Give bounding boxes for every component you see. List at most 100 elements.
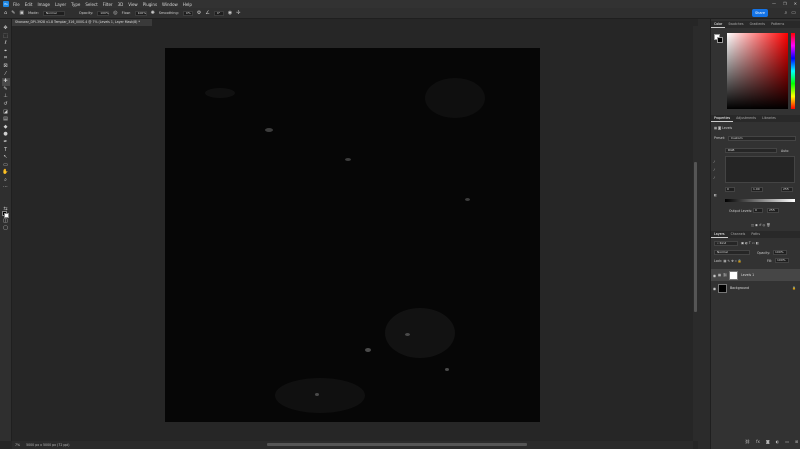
visibility-eye-icon[interactable]: ◉ (711, 273, 718, 278)
layer-opacity-field[interactable]: 100% (773, 250, 787, 255)
add-mask-icon[interactable]: ◙ (766, 439, 770, 444)
tab-libraries[interactable]: Libraries (759, 115, 779, 122)
background-color-swatch[interactable] (4, 213, 9, 218)
lasso-tool-icon[interactable]: ℓ (2, 40, 10, 48)
more-tools-icon[interactable]: ⋯ (2, 184, 10, 192)
hand-tool-icon[interactable]: ✋ (2, 169, 10, 177)
blend-mode-select[interactable]: Normal (714, 250, 750, 255)
menu-file[interactable]: File (13, 2, 20, 7)
menu-type[interactable]: Type (71, 2, 80, 7)
vertical-scroll-thumb[interactable] (694, 162, 697, 312)
brush-tool-icon[interactable]: ✎ (2, 86, 10, 94)
gray-point-eyedropper-icon[interactable]: ⁄ (714, 166, 715, 174)
healing-brush-tool-icon[interactable]: ✚ (1, 78, 10, 86)
output-white-field[interactable]: 255 (767, 208, 779, 213)
delete-adjustment-icon[interactable]: 🗑 (766, 223, 770, 227)
canvas-area[interactable] (12, 26, 693, 441)
gradient-tool-icon[interactable]: ▤ (2, 116, 10, 124)
brush-preset-icon[interactable]: ✎ (11, 10, 15, 16)
new-adjustment-icon[interactable]: ◐ (776, 439, 780, 444)
layer-filter-kind[interactable]: ⌕ Kind (714, 241, 738, 246)
crop-tool-icon[interactable]: ⌗ (2, 55, 10, 63)
layer-row[interactable]: ◉ Background 🔒 (711, 282, 800, 294)
home-icon[interactable]: ⌂ (4, 10, 7, 16)
maximize-icon[interactable]: ❐ (783, 1, 787, 6)
quick-mask-icon[interactable]: ◫ (2, 218, 10, 226)
brush-settings-icon[interactable]: ▣ (19, 10, 24, 16)
horizontal-scroll-thumb[interactable] (267, 443, 527, 446)
eyedropper-tool-icon[interactable]: ⁄ (2, 71, 10, 79)
pen-tool-icon[interactable]: ✒ (2, 139, 10, 147)
channel-select[interactable]: RGB (725, 148, 777, 153)
type-tool-icon[interactable]: T (2, 147, 10, 155)
input-white-field[interactable]: 255 (781, 187, 793, 192)
hue-slider[interactable] (791, 33, 795, 109)
menu-filter[interactable]: Filter (103, 2, 113, 7)
preset-select[interactable]: Custom (728, 136, 796, 141)
menu-select[interactable]: Select (85, 2, 97, 7)
share-button[interactable]: Share (752, 9, 768, 17)
minimize-icon[interactable]: — (772, 1, 776, 6)
marquee-tool-icon[interactable]: ⬚ (2, 33, 10, 41)
layer-name[interactable]: Levels 1 (741, 273, 754, 277)
layer-name[interactable]: Background (730, 286, 749, 290)
menu-3d[interactable]: 3D (118, 2, 124, 7)
levels-histogram[interactable] (725, 156, 795, 183)
symmetry-icon[interactable]: ✢ (236, 10, 240, 16)
tab-properties[interactable]: Properties (711, 115, 734, 122)
menu-view[interactable]: View (128, 2, 138, 7)
tab-channels[interactable]: Channels (728, 231, 749, 238)
tab-paths[interactable]: Paths (748, 231, 763, 238)
menu-layer[interactable]: Layer (55, 2, 66, 7)
history-brush-tool-icon[interactable]: ↺ (2, 101, 10, 109)
smoothing-field[interactable]: 0% (182, 10, 193, 16)
object-select-tool-icon[interactable]: ⌖ (2, 48, 10, 56)
airbrush-icon[interactable]: ✺ (151, 10, 155, 16)
flow-field[interactable]: 100% (134, 10, 147, 16)
black-point-eyedropper-icon[interactable]: ⁄ (714, 158, 715, 166)
tab-swatches[interactable]: Swatches (725, 21, 746, 28)
tab-adjustments[interactable]: Adjustments (733, 115, 759, 122)
zoom-level[interactable]: 7% (15, 442, 20, 449)
move-tool-icon[interactable]: ✥ (2, 25, 10, 33)
new-group-icon[interactable]: ▭ (785, 439, 789, 444)
close-icon[interactable]: ✕ (794, 1, 797, 6)
search-icon[interactable]: ⌕ (784, 10, 787, 16)
blur-tool-icon[interactable]: ◆ (2, 124, 10, 132)
lock-icons[interactable]: ▦ ✎ ✥ ⌗ 🔒 (723, 259, 741, 263)
document-tab[interactable]: Shanwar_DPI-3928 v1.8 Tempiar_316_000S-4… (12, 19, 152, 26)
menu-window[interactable]: Window (162, 2, 178, 7)
pressure-size-icon[interactable]: ◉ (228, 10, 232, 16)
tab-color[interactable]: Color (711, 21, 726, 28)
layer-thumbnail[interactable] (718, 283, 727, 293)
layer-style-icon[interactable]: fx (756, 439, 760, 444)
pressure-opacity-icon[interactable]: ◎ (113, 10, 117, 16)
photoshop-logo[interactable]: Ps (3, 1, 9, 7)
input-black-field[interactable]: 0 (725, 187, 735, 192)
frame-tool-icon[interactable]: ⊠ (2, 63, 10, 71)
auto-button[interactable]: Auto (781, 149, 788, 153)
layer-mask-thumbnail[interactable] (729, 270, 739, 280)
new-layer-icon[interactable]: ⊞ (795, 439, 798, 444)
opacity-field[interactable]: 100% (97, 10, 110, 16)
document-canvas[interactable] (165, 48, 540, 422)
input-gamma-field[interactable]: 1.00 (751, 187, 763, 192)
document-dimensions[interactable]: 5000 px x 5000 px (72 ppi) (26, 442, 69, 449)
menu-image[interactable]: Image (37, 2, 50, 7)
menu-edit[interactable]: Edit (25, 2, 33, 7)
layer-row[interactable]: ◉ ▦ ⛓ Levels 1 (711, 269, 800, 281)
tab-layers[interactable]: Layers (711, 231, 728, 238)
white-point-eyedropper-icon[interactable]: ⁄ (714, 174, 715, 182)
zoom-tool-icon[interactable]: ⌕ (2, 177, 10, 185)
visibility-eye-icon[interactable]: ◉ (711, 286, 718, 291)
dodge-tool-icon[interactable]: ● (2, 131, 10, 139)
filter-smart-icon[interactable]: ◧ (756, 241, 759, 245)
clone-stamp-tool-icon[interactable]: ⊥ (2, 93, 10, 101)
tab-gradients[interactable]: Gradients (747, 21, 769, 28)
workspace-icon[interactable]: ▭ (791, 10, 796, 16)
link-layers-icon[interactable]: ⛓ (745, 439, 750, 444)
tab-patterns[interactable]: Patterns (768, 21, 787, 28)
menu-help[interactable]: Help (183, 2, 192, 7)
color-panel-background[interactable] (717, 37, 723, 43)
menu-plugins[interactable]: Plugins (143, 2, 157, 7)
